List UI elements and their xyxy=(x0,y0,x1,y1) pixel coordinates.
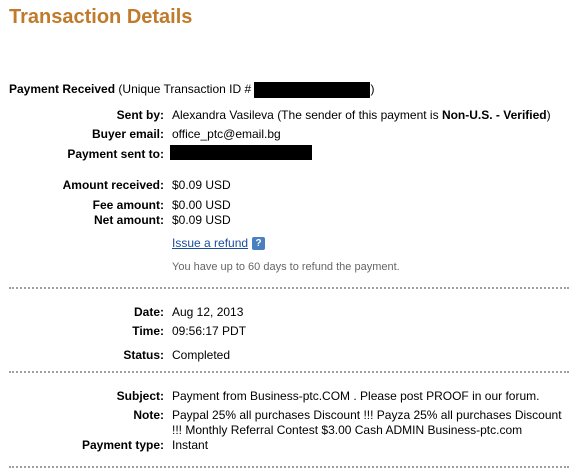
divider xyxy=(9,466,569,468)
subject-value: Payment from Business-ptc.COM . Please p… xyxy=(172,389,540,403)
issue-refund-link[interactable]: Issue a refund xyxy=(172,236,248,250)
amount-received-label: Amount received: xyxy=(62,178,164,192)
sent-by-label: Sent by: xyxy=(116,108,164,122)
payment-received-label: Payment Received xyxy=(9,82,116,97)
payment-sent-to-label: Payment sent to: xyxy=(67,147,164,161)
note-label: Note: xyxy=(133,408,164,422)
question-icon[interactable]: ? xyxy=(252,237,266,251)
fee-amount-label: Fee amount: xyxy=(92,198,164,212)
sent-by-value: Alexandra Vasileva (The sender of this p… xyxy=(172,108,551,122)
fee-amount-value: $0.00 USD xyxy=(172,198,231,212)
refund-row: Issue a refund? xyxy=(172,236,266,251)
note-line-1: Paypal 25% all purchases Discount !!! Pa… xyxy=(172,408,562,422)
subject-label: Subject: xyxy=(116,389,164,403)
payment-type-value: Instant xyxy=(172,438,209,452)
time-value: 09:56:17 PDT xyxy=(172,324,247,338)
date-label: Date: xyxy=(133,305,164,319)
payment-received-line: Payment Received (Unique Transaction ID … xyxy=(9,82,374,98)
net-amount-value: $0.09 USD xyxy=(172,213,231,227)
transaction-id-suffix: ) xyxy=(370,82,375,97)
buyer-email-value: office_ptc@email.bg xyxy=(172,127,281,141)
divider xyxy=(9,371,569,373)
time-label: Time: xyxy=(132,324,164,338)
transaction-id-prefix: (Unique Transaction ID # xyxy=(118,82,252,97)
status-value: Completed xyxy=(172,348,231,362)
refund-note: You have up to 60 days to refund the pay… xyxy=(172,261,400,273)
status-label: Status: xyxy=(123,348,164,362)
date-value: Aug 12, 2013 xyxy=(172,305,244,319)
payment-sent-to-value xyxy=(170,145,312,161)
payment-type-label: Payment type: xyxy=(81,438,164,452)
sender-note-suffix: ) xyxy=(546,108,551,122)
divider xyxy=(9,287,569,289)
note-line-2: !!! Monthly Referral Contest $3.00 Cash … xyxy=(172,423,523,437)
sender-name: Alexandra Vasileva xyxy=(172,108,274,122)
redacted-transaction-id xyxy=(254,82,371,98)
redacted-recipient xyxy=(170,145,312,161)
buyer-email-label: Buyer email: xyxy=(91,127,164,141)
net-amount-label: Net amount: xyxy=(94,213,164,227)
amount-received-value: $0.09 USD xyxy=(172,178,231,192)
page-title: Transaction Details xyxy=(9,6,193,28)
sender-status: Non-U.S. - Verified xyxy=(441,108,547,122)
sender-note-prefix: (The sender of this payment is xyxy=(277,108,442,122)
